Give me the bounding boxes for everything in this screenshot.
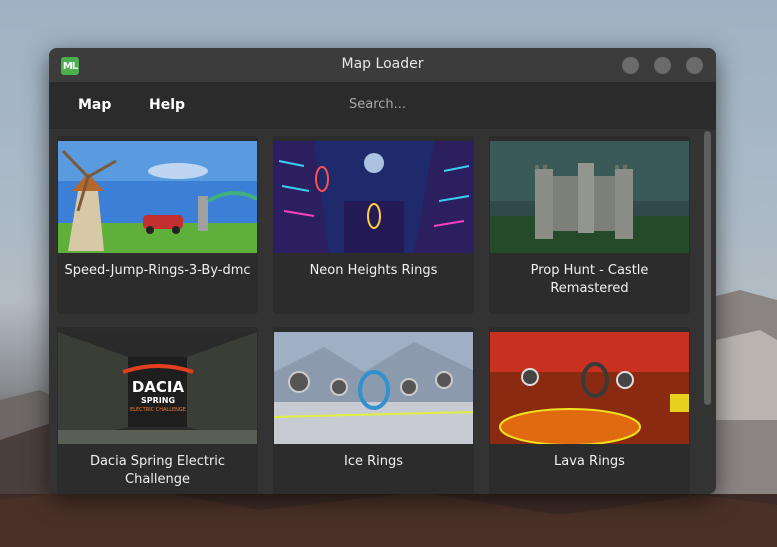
window-title: Map Loader bbox=[341, 56, 424, 72]
map-card[interactable]: DACIA SPRING ELECTRIC CHALLENGE Dacia Sp… bbox=[57, 327, 258, 494]
map-name: Neon Heights Rings bbox=[309, 263, 438, 278]
menu-map[interactable]: Map bbox=[78, 97, 111, 113]
maximize-button[interactable] bbox=[654, 57, 671, 74]
map-thumbnail bbox=[274, 141, 473, 253]
map-name: Dacia Spring Electric Challenge bbox=[89, 454, 226, 487]
map-name: Ice Rings bbox=[343, 454, 404, 469]
map-thumbnail bbox=[274, 332, 473, 444]
minimize-button[interactable] bbox=[622, 57, 639, 74]
map-thumbnail bbox=[58, 141, 257, 253]
map-card[interactable]: Ice Rings bbox=[273, 327, 474, 494]
map-thumbnail: DACIA SPRING ELECTRIC CHALLENGE bbox=[58, 332, 257, 444]
vertical-scrollbar[interactable] bbox=[704, 131, 711, 405]
thumb-model-text: SPRING bbox=[141, 396, 175, 405]
map-grid: Speed-Jump-Rings-3-By-dmc Neon Heights R… bbox=[49, 129, 716, 494]
thumb-brand-text: DACIA bbox=[132, 378, 185, 396]
map-loader-window: ML Map Loader Map Help Search... Speed-J… bbox=[49, 48, 716, 494]
map-name: Prop Hunt - Castle Remastered bbox=[530, 263, 649, 296]
menu-bar: Map Help Search... bbox=[49, 82, 716, 129]
map-card[interactable]: Lava Rings bbox=[489, 327, 690, 494]
thumb-caption-text: ELECTRIC CHALLENGE bbox=[130, 407, 186, 413]
close-button[interactable] bbox=[686, 57, 703, 74]
map-card[interactable]: Neon Heights Rings bbox=[273, 136, 474, 314]
map-thumbnail bbox=[490, 141, 689, 253]
search-input[interactable]: Search... bbox=[349, 97, 406, 112]
map-name: Lava Rings bbox=[554, 454, 625, 469]
map-name: Speed-Jump-Rings-3-By-dmc bbox=[64, 263, 251, 278]
map-thumbnail bbox=[490, 332, 689, 444]
menu-help[interactable]: Help bbox=[149, 97, 185, 113]
title-bar[interactable]: ML Map Loader bbox=[49, 48, 716, 82]
map-card[interactable]: Prop Hunt - Castle Remastered bbox=[489, 136, 690, 314]
map-card[interactable]: Speed-Jump-Rings-3-By-dmc bbox=[57, 136, 258, 314]
